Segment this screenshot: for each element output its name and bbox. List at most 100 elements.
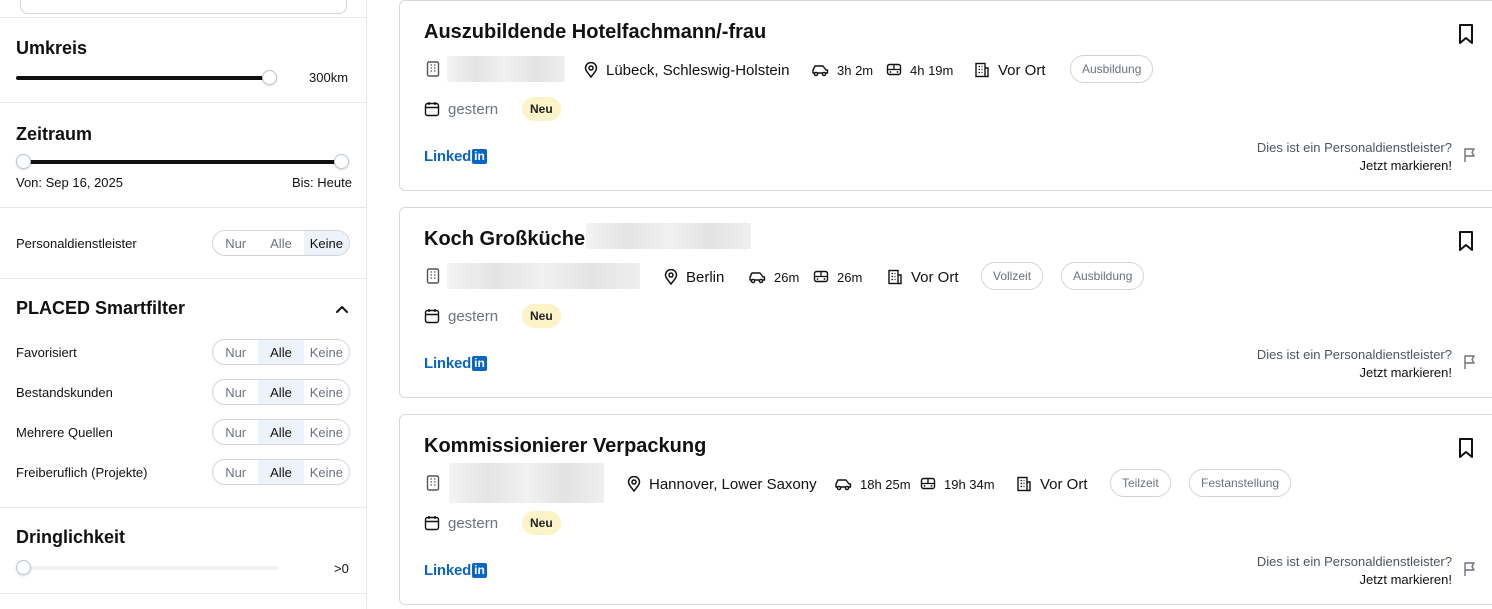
zeitraum-start-thumb[interactable] (16, 154, 31, 169)
personaldienstleister-toggle: Nur Alle Keine (212, 230, 350, 256)
divider (0, 593, 366, 594)
report-question: Dies ist ein Personaldienstleister? (1256, 554, 1452, 569)
option-keine[interactable]: Keine (304, 460, 349, 484)
transit-time-text: 19h 34m (944, 476, 995, 492)
car-time-text: 18h 25m (860, 476, 911, 492)
calendar-icon (424, 516, 440, 531)
option-nur[interactable]: Nur (213, 340, 258, 364)
bestandskunden-label: Bestandskunden (16, 385, 113, 400)
calendar-icon (424, 309, 440, 324)
new-badge: Neu (522, 97, 561, 121)
zeitraum-from: Von: Sep 16, 2025 (16, 175, 123, 190)
calendar-icon (424, 102, 440, 117)
dringlichkeit-value: >0 (334, 561, 349, 576)
freiberuflich-label: Freiberuflich (Projekte) (16, 465, 148, 480)
work-mode-text: Vor Ort (1040, 475, 1088, 493)
company-building-icon (426, 268, 440, 284)
flag-icon[interactable] (1462, 561, 1478, 577)
option-nur[interactable]: Nur (213, 380, 258, 404)
report-link[interactable]: Jetzt markieren! (1257, 571, 1452, 589)
bookmark-icon[interactable] (1456, 230, 1476, 252)
linkedin-logo[interactable]: Linked in (424, 147, 487, 165)
office-icon (888, 269, 902, 285)
transit-time: 26m (813, 266, 862, 288)
option-nur[interactable]: Nur (213, 420, 258, 444)
work-mode: Vor Ort (974, 59, 1046, 81)
job-card[interactable]: Auszubildende Hotelfachmann/-frau Lübeck… (399, 0, 1492, 191)
zeitraum-end-thumb[interactable] (334, 154, 349, 169)
car-icon (749, 272, 766, 284)
option-alle[interactable]: Alle (258, 380, 304, 404)
office-icon (975, 62, 989, 78)
tag-teilzeit: Teilzeit (1110, 469, 1171, 497)
job-card[interactable]: Koch Großküche Berlin 26m 26m Vor Ort Vo… (399, 207, 1492, 398)
job-location: Berlin (664, 266, 724, 288)
tag-ausbildung: Ausbildung (1061, 262, 1145, 290)
transit-time-text: 26m (837, 269, 863, 285)
car-icon (812, 65, 829, 77)
zeitraum-title: Zeitraum (16, 124, 93, 144)
zeitraum-slider-track[interactable] (22, 160, 340, 164)
tag-vollzeit: Vollzeit (981, 262, 1044, 290)
option-keine[interactable]: Keine (304, 420, 349, 444)
zeitraum-to: Bis: Heute (292, 175, 352, 190)
posted-date: gestern (424, 306, 498, 326)
umkreis-slider-thumb[interactable] (262, 70, 277, 85)
car-time-text: 3h 2m (837, 62, 874, 78)
umkreis-slider-track[interactable] (16, 76, 271, 80)
linkedin-logo[interactable]: Linked in (424, 561, 487, 579)
work-mode: Vor Ort (1016, 473, 1088, 495)
flag-icon[interactable] (1462, 354, 1478, 370)
job-title[interactable]: Koch Großküche (424, 228, 585, 251)
company-name-redacted (449, 463, 604, 503)
dringlichkeit-title: Dringlichkeit (16, 527, 126, 547)
report-link[interactable]: Jetzt markieren! (1257, 157, 1452, 175)
bestandskunden-toggle: Nur Alle Keine (212, 379, 350, 405)
option-alle[interactable]: Alle (258, 460, 304, 484)
location-pin-icon (584, 62, 598, 78)
option-alle[interactable]: Alle (258, 231, 303, 255)
transit-time: 19h 34m (920, 473, 995, 495)
company-building-icon (426, 475, 440, 491)
location-text: Hannover, Lower Saxony (649, 475, 817, 493)
report-staffing-agency: Dies ist ein Personaldienstleister? Jetz… (1257, 346, 1452, 382)
company-name-redacted (447, 56, 565, 82)
car-icon (835, 479, 852, 491)
chevron-up-icon[interactable] (335, 302, 349, 316)
report-question: Dies ist ein Personaldienstleister? (1256, 140, 1452, 155)
divider (0, 278, 366, 279)
bus-icon (886, 63, 902, 76)
bus-icon (920, 477, 936, 490)
option-nur[interactable]: Nur (213, 231, 258, 255)
option-alle[interactable]: Alle (258, 340, 304, 364)
divider (0, 17, 366, 18)
linkedin-logo[interactable]: Linked in (424, 354, 487, 372)
job-location: Lübeck, Schleswig-Holstein (584, 59, 789, 81)
posted-date: gestern (424, 513, 498, 533)
company-building-icon (426, 61, 440, 77)
work-mode-text: Vor Ort (998, 61, 1046, 79)
report-link[interactable]: Jetzt markieren! (1257, 364, 1452, 382)
location-pin-icon (627, 476, 641, 492)
option-keine[interactable]: Keine (304, 380, 349, 404)
job-card[interactable]: Kommissionierer Verpackung Hannover, Low… (399, 414, 1492, 605)
flag-icon[interactable] (1462, 147, 1478, 163)
option-nur[interactable]: Nur (213, 460, 258, 484)
work-mode: Vor Ort (887, 266, 959, 288)
dringlichkeit-slider-thumb[interactable] (16, 560, 31, 575)
job-title[interactable]: Kommissionierer Verpackung (424, 435, 706, 458)
option-alle[interactable]: Alle (258, 420, 304, 444)
freiberuflich-toggle: Nur Alle Keine (212, 459, 350, 485)
favorisiert-toggle: Nur Alle Keine (212, 339, 350, 365)
option-keine[interactable]: Keine (303, 231, 349, 255)
search-input[interactable] (20, 0, 347, 14)
posted-date-text: gestern (448, 100, 499, 118)
car-time: 18h 25m (834, 473, 911, 495)
bookmark-icon[interactable] (1456, 23, 1476, 45)
location-text: Berlin (686, 268, 725, 286)
bookmark-icon[interactable] (1456, 437, 1476, 459)
job-title[interactable]: Auszubildende Hotelfachmann/-frau (424, 21, 766, 44)
umkreis-title: Umkreis (16, 38, 88, 58)
option-keine[interactable]: Keine (304, 340, 349, 364)
dringlichkeit-slider-track[interactable] (22, 566, 278, 570)
